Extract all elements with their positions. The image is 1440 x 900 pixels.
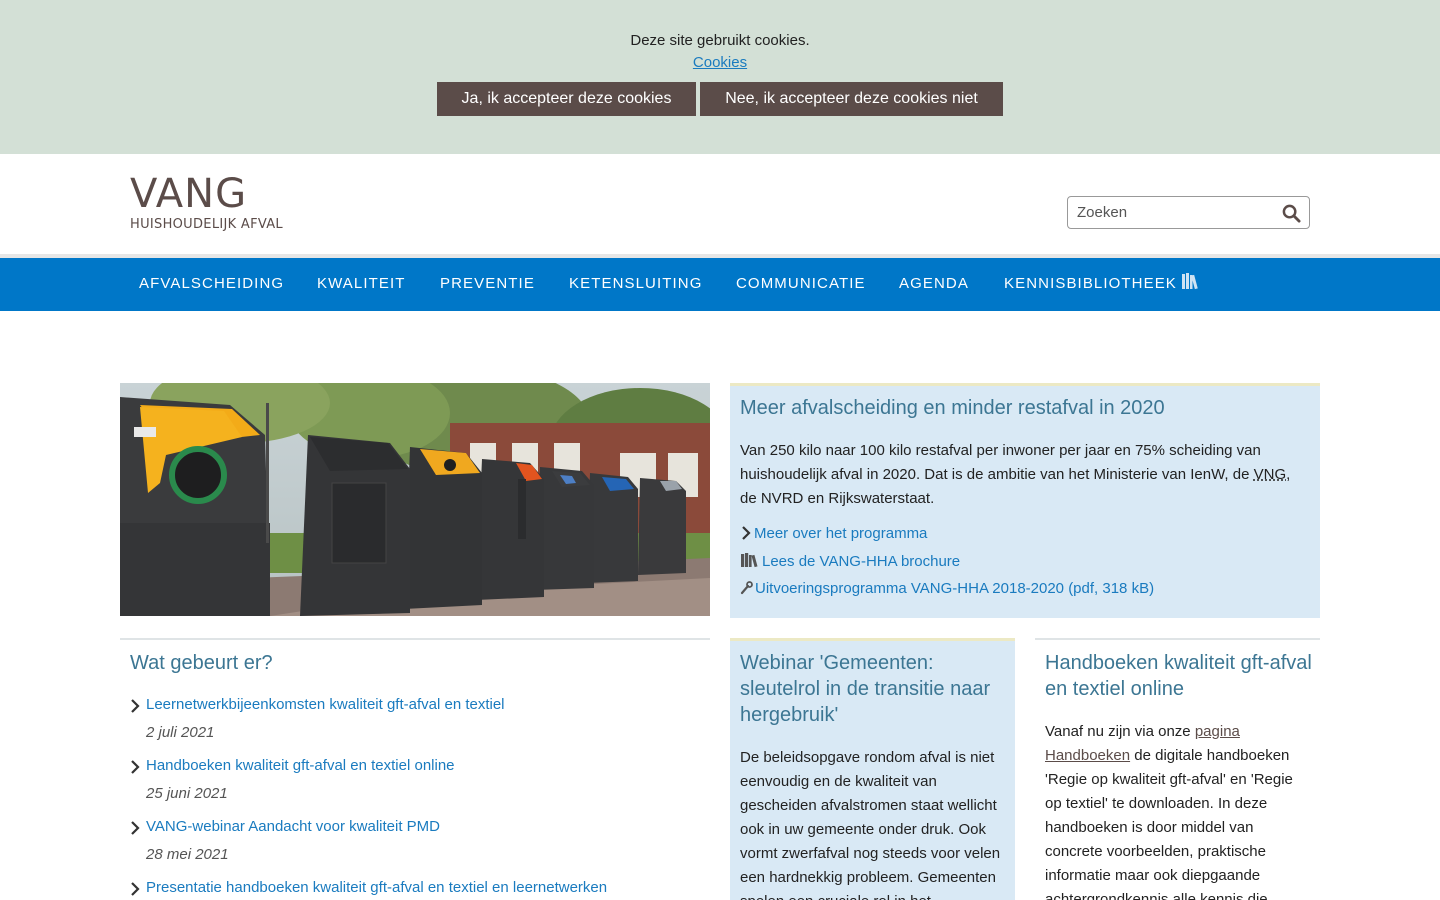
cookie-link-wrapper: Cookies xyxy=(0,54,1440,71)
brochure-link-label: Lees de VANG-HHA brochure xyxy=(762,552,961,570)
news-link-label: VANG-webinar Aandacht voor kwaliteit PMD xyxy=(146,818,441,835)
list-item: Handboeken kwaliteit gft-afval en textie… xyxy=(130,754,710,815)
nav-item-agenda[interactable]: AGENDA xyxy=(899,258,969,311)
news-date: 25 juni 2021 xyxy=(146,785,228,802)
cookie-bar: Deze site gebruikt cookies. Cookies Ja, … xyxy=(0,0,1440,154)
webinar-title[interactable]: Webinar 'Gemeenten: sleutelrol in de tra… xyxy=(740,650,1010,728)
nav-item-communicatie[interactable]: COMMUNICATIE xyxy=(736,258,866,311)
chevron-right-icon xyxy=(131,821,140,835)
cookies-link[interactable]: Cookies xyxy=(693,54,747,71)
nav-item-kwaliteit[interactable]: KWALITEIT xyxy=(317,258,406,311)
site-logo[interactable]: VANG HUISHOUDELIJK AFVAL xyxy=(130,174,283,232)
nav-item-kennisbibliotheek-label: KENNISBIBLIOTHEEK xyxy=(1004,275,1177,292)
nav-item-afvalscheiding[interactable]: AFVALSCHEIDING xyxy=(139,258,284,311)
wrench-icon xyxy=(740,580,753,594)
search-icon[interactable] xyxy=(1282,204,1301,223)
news-title: Wat gebeurt er? xyxy=(130,652,273,674)
news-link-label: Handboeken kwaliteit gft-afval en textie… xyxy=(146,757,455,774)
uitvoeringsprogramma-link-label: Uitvoeringsprogramma VANG-HHA 2018-2020 … xyxy=(755,580,1155,597)
news-list: Leernetwerkbijeenkomsten kwaliteit gft-a… xyxy=(130,693,710,900)
handboeken-title[interactable]: Handboeken kwaliteit gft-afval en textie… xyxy=(1045,650,1315,702)
list-item: Leernetwerkbijeenkomsten kwaliteit gft-a… xyxy=(130,693,710,754)
news-link[interactable]: Presentatie handboeken kwaliteit gft-afv… xyxy=(130,876,710,900)
handboeken-box: Handboeken kwaliteit gft-afval en textie… xyxy=(1035,638,1320,900)
logo-main-text: VANG xyxy=(130,171,248,217)
logo-sub-text: HUISHOUDELIJK AFVAL xyxy=(130,217,283,232)
intro-text: Van 250 kilo naar 100 kilo restafval per… xyxy=(740,439,1300,511)
news-link[interactable]: VANG-webinar Aandacht voor kwaliteit PMD xyxy=(130,815,710,839)
cookie-message: Deze site gebruikt cookies. xyxy=(630,32,810,49)
program-link[interactable]: Meer over het programma xyxy=(740,522,1154,550)
books-icon xyxy=(741,553,758,568)
webinar-box: Webinar 'Gemeenten: sleutelrol in de tra… xyxy=(730,638,1015,900)
brochure-link[interactable]: Lees de VANG-HHA brochure xyxy=(740,550,1154,578)
search-box xyxy=(1067,196,1310,229)
chevron-right-icon xyxy=(742,525,751,540)
main-nav: AFVALSCHEIDING KWALITEIT PREVENTIE KETEN… xyxy=(0,258,1440,311)
handboeken-text-before: Vanaf nu zijn via onze xyxy=(1045,723,1195,740)
news-date: 2 juli 2021 xyxy=(146,724,215,741)
handboeken-text: Vanaf nu zijn via onze pagina Handboeken… xyxy=(1045,720,1313,900)
uitvoeringsprogramma-link[interactable]: Uitvoeringsprogramma VANG-HHA 2018-2020 … xyxy=(740,577,1154,605)
nav-item-preventie[interactable]: PREVENTIE xyxy=(440,258,535,311)
webinar-text: De beleidsopgave rondom afval is niet ee… xyxy=(740,749,1001,900)
intro-text-before: Van 250 kilo naar 100 kilo restafval per… xyxy=(740,442,1261,483)
decline-cookies-button[interactable]: Nee, ik accepteer deze cookies niet xyxy=(700,82,1003,116)
news-section: Wat gebeurt er? Leernetwerkbijeenkomsten… xyxy=(120,638,710,896)
intro-links: Meer over het programma Lees de VANG-HHA… xyxy=(740,522,1154,605)
search-input[interactable] xyxy=(1077,204,1277,221)
nav-item-ketensluiting[interactable]: KETENSLUITING xyxy=(569,258,703,311)
intro-box: Meer afvalscheiding en minder restafval … xyxy=(730,383,1320,618)
list-item: Presentatie handboeken kwaliteit gft-afv… xyxy=(130,876,710,900)
nav-item-kennisbibliotheek[interactable]: KENNISBIBLIOTHEEK xyxy=(1004,258,1199,311)
hero-image xyxy=(120,383,710,616)
program-link-label: Meer over het programma xyxy=(754,525,928,542)
chevron-right-icon xyxy=(131,882,140,896)
handboeken-text-after: de digitale handboeken 'Regie op kwalite… xyxy=(1045,747,1293,900)
news-date: 28 mei 2021 xyxy=(146,846,229,863)
vng-abbreviation: VNG xyxy=(1253,466,1287,483)
accept-cookies-button[interactable]: Ja, ik accepteer deze cookies xyxy=(437,82,696,116)
news-link[interactable]: Handboeken kwaliteit gft-afval en textie… xyxy=(130,754,710,778)
books-icon xyxy=(1181,273,1198,290)
chevron-right-icon xyxy=(131,760,140,774)
list-item: VANG-webinar Aandacht voor kwaliteit PMD… xyxy=(130,815,710,876)
intro-title: Meer afvalscheiding en minder restafval … xyxy=(740,397,1165,419)
news-link-label: Presentatie handboeken kwaliteit gft-afv… xyxy=(146,879,608,896)
news-link[interactable]: Leernetwerkbijeenkomsten kwaliteit gft-a… xyxy=(130,693,710,717)
waste-containers-illustration xyxy=(120,383,710,616)
chevron-right-icon xyxy=(131,699,140,713)
news-link-label: Leernetwerkbijeenkomsten kwaliteit gft-a… xyxy=(146,696,505,713)
site-header: VANG HUISHOUDELIJK AFVAL xyxy=(0,154,1440,258)
